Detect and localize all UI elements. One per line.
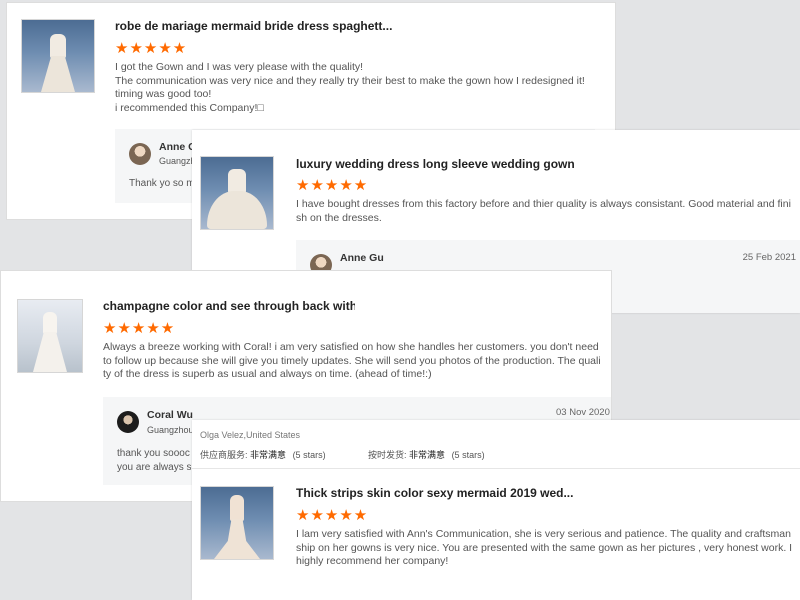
reply-location: Guangzh (159, 156, 196, 166)
reply-date: 25 Feb 2021 (742, 252, 796, 263)
dress-bodice-shape (228, 169, 246, 193)
dress-skirt-shape (207, 191, 267, 229)
product-title[interactable]: champagne color and see through back wit… (103, 299, 355, 313)
product-thumbnail[interactable] (17, 299, 83, 373)
review-text: I got the Gown and I was very please wit… (115, 61, 585, 114)
review-text: I have bought dresses from this factory … (296, 198, 791, 224)
review-text: I lam very satisfied with Ann's Communic… (296, 528, 793, 567)
reply-name: Anne Gu (340, 252, 384, 264)
reply-date: 03 Nov 2020 (556, 407, 610, 418)
review-card-4: Olga Velez,United States 供应商服务: 非常满意 (5 … (192, 420, 800, 600)
product-title[interactable]: luxury wedding dress long sleeve wedding… (296, 157, 696, 171)
reply-text: Thank yo so m (129, 178, 195, 189)
reviewer-name: Olga Velez,United States (200, 430, 301, 440)
rating-stars: ★★★★★ (296, 507, 369, 524)
on-time-shipment-rating: 按时发货: 非常满意 (5 stars) (368, 450, 485, 460)
review-text: Always a breeze working with Coral! i am… (103, 341, 601, 380)
dress-bodice-shape (230, 495, 244, 521)
dress-skirt-shape (41, 56, 75, 92)
rating-stars: ★★★★★ (115, 40, 188, 57)
reply-location: Guangzhou (147, 425, 194, 435)
rating-stars: ★★★★★ (296, 177, 369, 194)
product-title[interactable]: robe de mariage mermaid bride dress spag… (115, 19, 475, 33)
dress-skirt-shape (214, 519, 260, 559)
product-thumbnail[interactable] (200, 486, 274, 560)
avatar (117, 411, 139, 433)
dress-bodice-shape (43, 312, 57, 334)
dress-bodice-shape (50, 34, 66, 58)
product-title[interactable]: Thick strips skin color sexy mermaid 201… (296, 486, 596, 500)
reply-name: Coral Wu (147, 409, 193, 421)
product-thumbnail[interactable] (21, 19, 95, 93)
divider (192, 468, 800, 469)
dress-skirt-shape (33, 332, 67, 372)
reply-text: thank you soooc you are always s (117, 448, 192, 473)
rating-stars: ★★★★★ (103, 320, 176, 337)
product-thumbnail[interactable] (200, 156, 274, 230)
avatar (129, 143, 151, 165)
supplier-service-rating: 供应商服务: 非常满意 (5 stars) (200, 450, 326, 460)
